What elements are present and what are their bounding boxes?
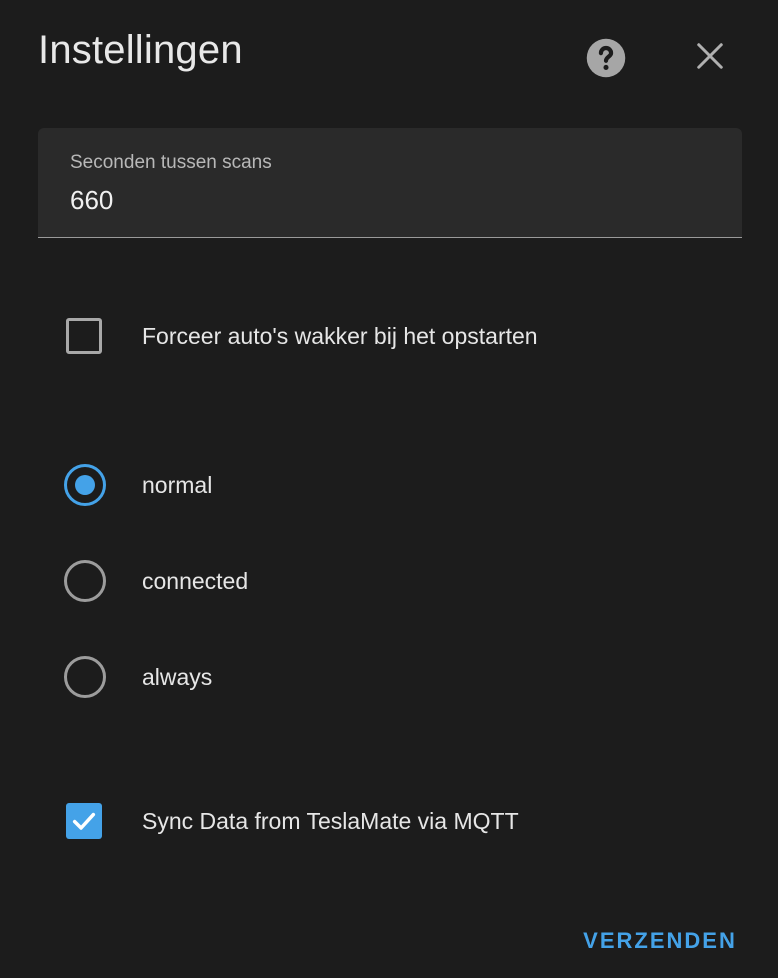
radio-label-normal: normal xyxy=(142,471,213,498)
teslamate-sync-row[interactable]: Sync Data from TeslaMate via MQTT xyxy=(66,797,746,845)
radio-label-always: always xyxy=(142,663,213,690)
radio-button-normal[interactable] xyxy=(64,464,106,506)
scan-interval-input[interactable] xyxy=(70,182,690,218)
submit-button[interactable]: VERZENDEN xyxy=(572,918,748,964)
radio-label-connected: connected xyxy=(142,567,249,594)
force-wake-checkbox[interactable] xyxy=(66,318,102,354)
force-wake-label: Forceer auto's wakker bij het opstarten xyxy=(142,322,538,349)
teslamate-sync-label: Sync Data from TeslaMate via MQTT xyxy=(142,807,519,834)
dialog-title: Instellingen xyxy=(38,28,243,72)
force-wake-row[interactable]: Forceer auto's wakker bij het opstarten xyxy=(66,312,746,360)
help-circle-icon xyxy=(586,38,626,78)
teslamate-sync-checkbox[interactable] xyxy=(66,803,102,839)
scan-interval-field[interactable]: Seconden tussen scans xyxy=(38,128,742,238)
scan-interval-label: Seconden tussen scans xyxy=(70,152,272,173)
close-icon xyxy=(697,43,723,69)
close-button[interactable] xyxy=(688,34,732,78)
radio-option-normal[interactable]: normal xyxy=(64,461,744,509)
help-button[interactable] xyxy=(584,36,628,80)
checkmark-icon xyxy=(72,812,96,830)
radio-button-connected[interactable] xyxy=(64,560,106,602)
radio-option-connected[interactable]: connected xyxy=(64,557,744,605)
radio-selected-dot xyxy=(75,475,95,495)
radio-option-always[interactable]: always xyxy=(64,653,744,701)
radio-button-always[interactable] xyxy=(64,656,106,698)
settings-dialog: Instellingen Seconden tussen scans Force… xyxy=(0,0,778,978)
